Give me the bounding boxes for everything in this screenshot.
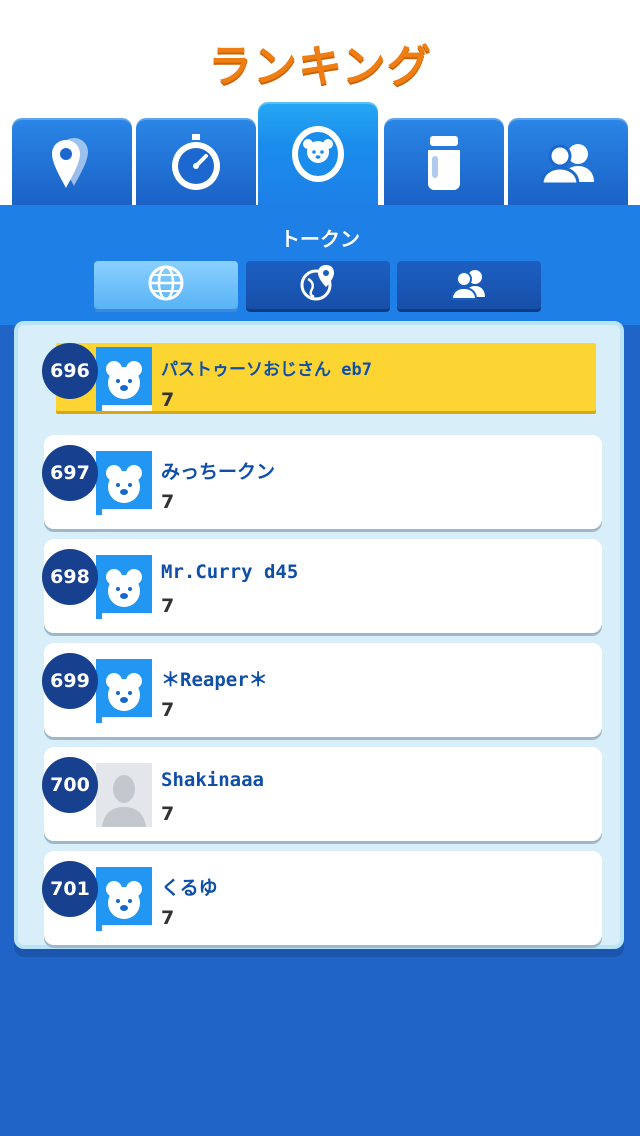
rank-badge: 697 [42,445,98,501]
bear-avatar [96,555,152,619]
filter-region-button[interactable] [246,261,390,309]
rank-badge: 698 [42,549,98,605]
player-name: パストゥーソおじさん eb7 [161,360,372,380]
player-score: 7 [161,595,175,617]
player-name: くるゆ [161,877,218,899]
rank-badge: 699 [42,653,98,709]
section-title: トークン [280,227,360,251]
player-name: みっちークン [161,461,276,483]
ranking-panel: トークン 696 パストゥーソおじさん eb7 7 697 みっちークン 7 6… [0,205,640,1136]
rank-badge: 701 [42,861,98,917]
rank-badge: 700 [42,757,98,813]
tab-places[interactable] [12,118,132,210]
rank-badge: 696 [42,343,98,399]
player-name: Mr.Curry d45 [161,561,299,583]
stopwatch-icon [164,130,228,198]
default-avatar [96,763,152,827]
tab-time[interactable] [136,118,256,210]
player-score: 7 [161,907,175,929]
map-pins-icon [40,130,104,198]
player-score: 7 [161,491,175,513]
friends-icon [536,130,600,198]
friends-icon [449,263,489,307]
player-score: 7 [161,699,175,721]
token-coin-icon [286,122,350,190]
player-name: Shakinaaa [161,769,264,791]
region-globe-icon [298,263,338,307]
bear-avatar [96,451,152,515]
bear-avatar [96,659,152,723]
bear-avatar [96,867,152,931]
tab-tokens[interactable] [258,102,378,210]
jar-icon [412,130,476,198]
tab-friends[interactable] [508,118,628,210]
player-name: ＊Reaper＊ [161,669,268,691]
ranking-list[interactable]: 696 パストゥーソおじさん eb7 7 697 みっちークン 7 698 Mr… [14,321,624,949]
bear-avatar [96,347,152,411]
filter-friends-button[interactable] [397,261,541,309]
player-score: 7 [161,803,175,825]
page-title: ランキング [208,41,432,92]
filter-global-button[interactable] [94,261,238,309]
player-score: 7 [161,389,175,411]
tab-collection[interactable] [384,118,504,210]
globe-icon [146,263,186,307]
